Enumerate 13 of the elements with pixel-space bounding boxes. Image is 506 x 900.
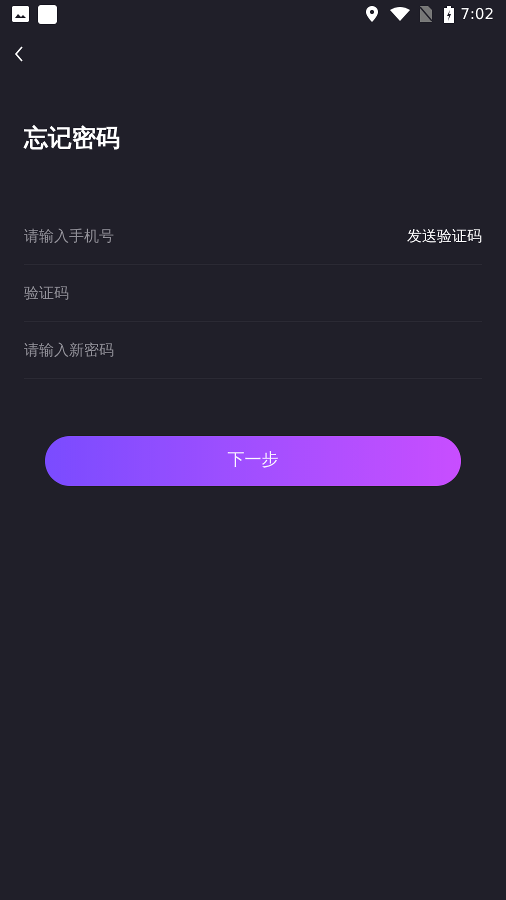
next-button[interactable]: 下一步	[45, 436, 461, 486]
notification-icon	[38, 4, 57, 24]
no-sim-icon	[420, 6, 432, 22]
input-field[interactable]: 请输入新密码	[24, 338, 482, 362]
page-title: 忘记密码	[24, 123, 121, 154]
image-icon	[12, 6, 29, 22]
clock-time: 7:02	[460, 4, 494, 25]
battery-charging-icon	[444, 6, 454, 22]
send-code-button[interactable]: 发送验证码	[407, 224, 482, 248]
wifi-icon	[390, 7, 410, 21]
location-icon	[366, 6, 378, 22]
input-field[interactable]: 验证码	[24, 282, 482, 304]
input-field[interactable]: 请输入手机号	[24, 224, 407, 248]
